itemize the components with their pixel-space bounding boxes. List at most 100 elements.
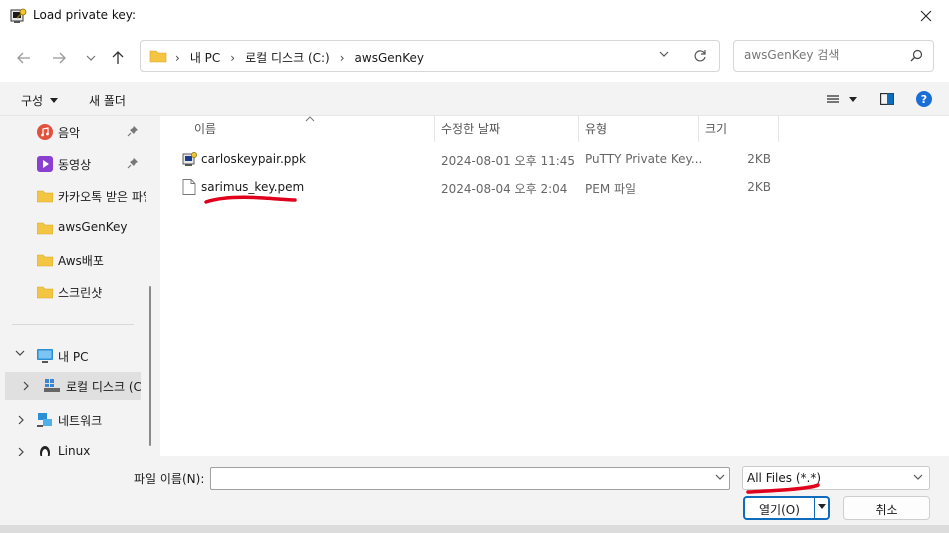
- nav-item-this-pc[interactable]: 내 PC: [0, 342, 146, 370]
- search-box[interactable]: [733, 40, 934, 72]
- svg-text:?: ?: [921, 93, 927, 106]
- chevron-right-icon: ›: [175, 50, 180, 65]
- column-divider[interactable]: [778, 116, 779, 142]
- column-header-size[interactable]: 크기: [705, 120, 727, 137]
- putty-key-icon: [10, 8, 27, 23]
- chevron-right-icon[interactable]: [18, 415, 24, 425]
- close-icon: [920, 10, 932, 22]
- nav-item-label: 카카오톡 받은 파일: [58, 190, 146, 204]
- chevron-right-icon[interactable]: [23, 381, 29, 391]
- chevron-down-icon: [86, 55, 96, 61]
- column-divider[interactable]: [578, 116, 579, 142]
- nav-item-music[interactable]: 음악: [0, 118, 146, 146]
- nav-item-screenshots[interactable]: 스크린샷: [0, 278, 146, 306]
- column-header-type[interactable]: 유형: [585, 120, 607, 137]
- chevron-right-icon[interactable]: [18, 447, 24, 456]
- open-button-label: 열기(O): [759, 503, 800, 517]
- nav-item-label: 음악: [58, 126, 81, 140]
- folder-icon: [37, 254, 53, 267]
- column-divider[interactable]: [698, 116, 699, 142]
- chevron-right-icon: ›: [230, 50, 236, 65]
- nav-item-label: 스크린샷: [58, 286, 103, 300]
- caret-down-icon: [50, 98, 59, 103]
- nav-item-linux[interactable]: Linux: [0, 438, 146, 456]
- search-input[interactable]: [744, 48, 904, 62]
- nav-item-videos[interactable]: 동영상: [0, 150, 146, 178]
- new-folder-button[interactable]: 새 폴더: [89, 92, 126, 109]
- pin-icon[interactable]: [127, 157, 139, 169]
- nav-item-local-disk[interactable]: 로컬 디스크 (C:): [5, 372, 141, 400]
- refresh-icon[interactable]: [693, 49, 707, 63]
- navigation-pane[interactable]: 음악 동영상 카카오톡 받은 파일 awsGenKey Aws배포 스크린샷 내…: [0, 116, 158, 456]
- annotation-underline: [204, 195, 297, 204]
- music-icon: [37, 124, 53, 140]
- linux-penguin-icon: [40, 446, 50, 456]
- arrow-left-icon: [17, 52, 30, 64]
- new-folder-label: 새 폴더: [89, 94, 126, 108]
- search-icon[interactable]: [910, 49, 923, 62]
- arrow-up-icon: [112, 51, 124, 64]
- open-button[interactable]: 열기(O): [743, 496, 830, 520]
- nav-item-label: awsGenKey: [58, 220, 128, 234]
- nav-item-label: Linux: [58, 444, 91, 456]
- breadcrumb-item-folder[interactable]: awsGenKey: [355, 51, 424, 65]
- forward-button[interactable]: [48, 47, 70, 69]
- file-type: PuTTY Private Key...: [585, 152, 703, 166]
- preview-pane-icon[interactable]: [880, 93, 894, 105]
- nav-item-label: 동영상: [58, 158, 92, 172]
- chevron-down-icon[interactable]: [15, 350, 25, 356]
- nav-item-label: 로컬 디스크 (C:): [66, 380, 141, 394]
- background-window-strip: [0, 525, 949, 533]
- open-button-divider: [814, 498, 815, 518]
- organize-label: 구성: [21, 94, 44, 108]
- title-bar: Load private key:: [0, 0, 949, 32]
- pin-icon[interactable]: [127, 125, 139, 137]
- breadcrumb-item-disk[interactable]: 로컬 디스크 (C:): [245, 49, 330, 66]
- drive-icon: [44, 379, 60, 392]
- breadcrumb-item-pc[interactable]: 내 PC: [190, 49, 220, 66]
- column-header-name[interactable]: 이름: [194, 120, 216, 137]
- file-dialog: Load private key: › 내 PC › 로컬 디스크 (C:) ›…: [0, 0, 949, 533]
- cancel-button-label: 취소: [875, 503, 898, 517]
- back-button[interactable]: [13, 47, 35, 69]
- file-date: 2024-08-01 오후 11:45: [441, 154, 576, 168]
- address-bar[interactable]: › 내 PC › 로컬 디스크 (C:) › awsGenKey: [140, 40, 720, 72]
- nav-item-label: Aws배포: [58, 254, 104, 268]
- chevron-down-icon[interactable]: [659, 51, 669, 57]
- nav-item-label: 내 PC: [58, 350, 89, 364]
- network-icon: [37, 413, 52, 427]
- navigation-bar: › 내 PC › 로컬 디스크 (C:) › awsGenKey: [0, 32, 949, 82]
- folder-icon: [37, 222, 53, 235]
- nav-divider: [12, 324, 134, 325]
- chevron-down-icon[interactable]: [913, 474, 923, 480]
- arrow-right-icon: [53, 52, 66, 64]
- nav-item-aws-deploy[interactable]: Aws배포: [0, 246, 146, 274]
- help-icon[interactable]: ?: [916, 91, 932, 107]
- nav-item-label: 네트워크: [58, 414, 103, 428]
- caret-down-icon[interactable]: [818, 504, 826, 509]
- filename-input[interactable]: [210, 467, 730, 490]
- column-divider[interactable]: [434, 116, 435, 142]
- nav-item-awsgenkey[interactable]: awsGenKey: [0, 214, 146, 242]
- organize-menu[interactable]: 구성: [21, 92, 59, 109]
- nav-scrollbar[interactable]: [149, 286, 151, 446]
- column-header-date[interactable]: 수정한 날짜: [441, 120, 500, 137]
- up-button[interactable]: [107, 47, 129, 69]
- table-row[interactable]: carloskeypair.ppk 2024-08-01 오후 11:45 Pu…: [160, 146, 949, 172]
- cancel-button[interactable]: 취소: [843, 496, 930, 520]
- file-name: sarimus_key.pem: [201, 180, 305, 194]
- dialog-footer: 파일 이름(N): All Files (*.*) 열기(O) 취소: [0, 456, 949, 533]
- recent-locations-button[interactable]: [80, 47, 102, 69]
- chevron-right-icon: ›: [339, 50, 345, 65]
- file-icon: [182, 179, 196, 195]
- nav-item-network[interactable]: 네트워크: [0, 406, 146, 434]
- close-button[interactable]: [903, 0, 949, 32]
- nav-item-kakaotalk[interactable]: 카카오톡 받은 파일: [0, 182, 146, 210]
- video-icon: [37, 156, 53, 172]
- file-size: 2KB: [747, 152, 771, 166]
- chevron-down-icon[interactable]: [715, 474, 725, 480]
- putty-key-icon: [182, 152, 197, 166]
- file-size: 2KB: [747, 180, 771, 194]
- view-options-icon[interactable]: [827, 95, 857, 105]
- command-bar: 구성 새 폴더 ?: [0, 82, 949, 116]
